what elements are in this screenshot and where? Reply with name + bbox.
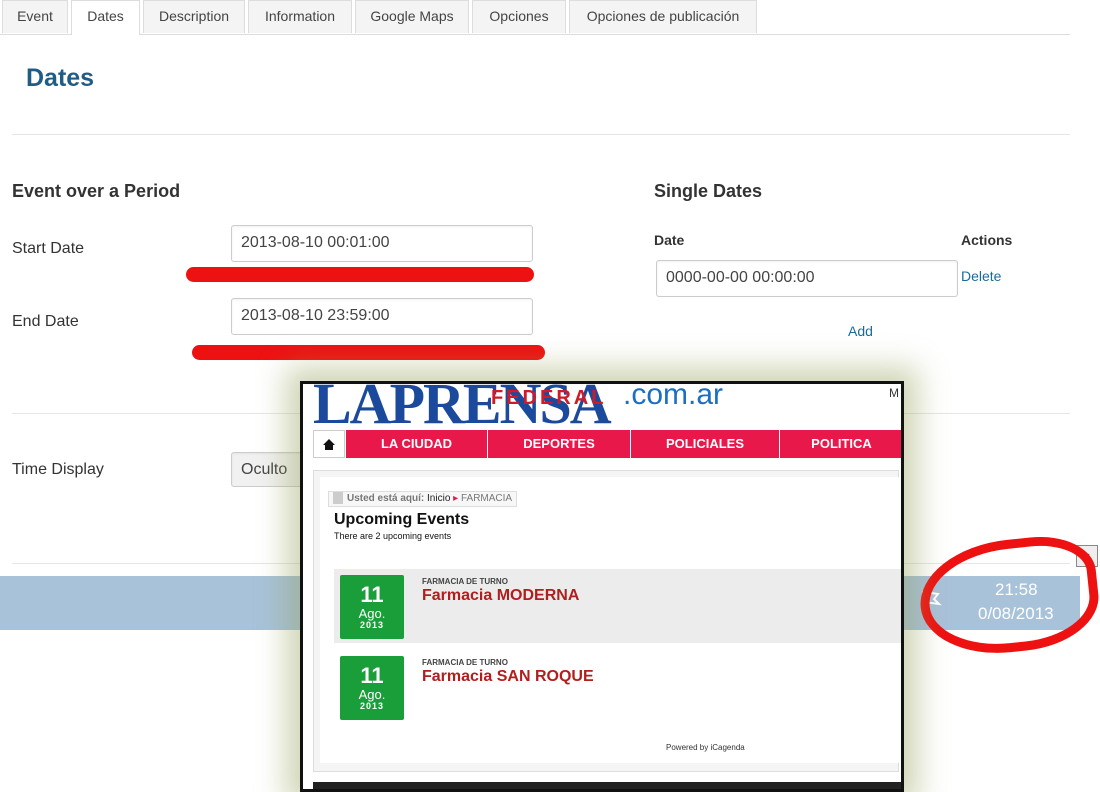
delete-link[interactable]: Delete	[961, 268, 1001, 284]
tab-description[interactable]: Description	[143, 0, 245, 33]
event-day: 11	[360, 663, 384, 688]
tab-opciones[interactable]: Opciones	[472, 0, 566, 33]
site-footer-bar	[313, 782, 901, 789]
events-heading: Upcoming Events	[334, 511, 470, 528]
nav-la-ciudad[interactable]: LA CIUDAD	[345, 430, 487, 458]
event-category: FARMACIA DE TURNO	[422, 577, 508, 586]
event-title[interactable]: Farmacia MODERNA	[422, 587, 579, 605]
nav-deportes[interactable]: DEPORTES	[487, 430, 630, 458]
powered-by[interactable]: Powered by iCagenda	[666, 743, 745, 752]
divider	[12, 134, 1070, 135]
page-title: Dates	[26, 64, 95, 92]
red-underline-annotation	[186, 267, 534, 282]
event-year: 2013	[359, 620, 385, 630]
event-date-box: 11 Ago. 2013	[340, 656, 404, 720]
event-month: Ago.	[358, 606, 386, 621]
tab-opciones-publicacion[interactable]: Opciones de publicación	[569, 0, 757, 33]
event-item[interactable]: 11 Ago. 2013 FARMACIA DE TURNO Farmacia …	[334, 650, 901, 724]
time-display-label: Time Display	[12, 461, 104, 478]
event-year: 2013	[359, 701, 385, 711]
actions-column-header: Actions	[961, 232, 1013, 248]
tab-bar: Event Dates Description Information Goog…	[0, 0, 1070, 35]
end-date-label: End Date	[12, 313, 79, 330]
end-date-input[interactable]: 2013-08-10 23:59:00	[231, 298, 533, 335]
event-month: Ago.	[358, 687, 386, 702]
breadcrumb-separator-icon: ▸	[453, 493, 459, 504]
site-logo-domain: .com.ar	[623, 381, 724, 411]
red-circle-annotation	[914, 531, 1100, 661]
add-link[interactable]: Add	[848, 323, 873, 339]
home-button[interactable]	[313, 430, 345, 458]
content-area: Usted está aquí: Inicio ▸ FARMACIA Upcom…	[313, 470, 901, 772]
breadcrumb-prefix: Usted está aquí:	[347, 493, 425, 504]
date-column-header: Date	[654, 232, 685, 248]
red-underline-annotation	[192, 345, 545, 360]
single-dates-title: Single Dates	[654, 181, 763, 201]
nav-policiales[interactable]: POLICIALES	[630, 430, 779, 458]
event-item[interactable]: 11 Ago. 2013 FARMACIA DE TURNO Farmacia …	[334, 569, 901, 643]
breadcrumb-current: FARMACIA	[460, 493, 513, 504]
event-day: 11	[360, 582, 384, 607]
tab-dates[interactable]: Dates	[71, 0, 140, 35]
back-arrow-icon	[333, 492, 343, 505]
event-category: FARMACIA DE TURNO	[422, 658, 508, 667]
tab-event[interactable]: Event	[2, 0, 68, 33]
period-section-title: Event over a Period	[12, 181, 181, 201]
site-logo-federal: FEDERAL	[491, 387, 607, 409]
nav-politica[interactable]: POLITICA	[779, 430, 901, 458]
tab-information[interactable]: Information	[248, 0, 352, 33]
event-date-box: 11 Ago. 2013	[340, 575, 404, 639]
corner-text: M	[889, 386, 899, 400]
start-date-input[interactable]: 2013-08-10 00:01:00	[231, 225, 533, 262]
home-icon	[323, 439, 335, 450]
site-nav: LA CIUDAD DEPORTES POLICIALES POLITICA	[313, 430, 901, 458]
events-count: There are 2 upcoming events	[334, 531, 452, 541]
breadcrumb-home[interactable]: Inicio	[427, 493, 450, 504]
breadcrumb: Usted está aquí: Inicio ▸ FARMACIA	[328, 491, 518, 507]
website-screenshot-overlay: LAPRENSA FEDERAL .com.ar M LA CIUDAD DEP…	[300, 381, 904, 792]
single-date-input[interactable]: 0000-00-00 00:00:00	[656, 260, 958, 297]
tab-google-maps[interactable]: Google Maps	[355, 0, 469, 33]
start-date-label: Start Date	[12, 240, 85, 257]
event-title[interactable]: Farmacia SAN ROQUE	[422, 668, 594, 686]
